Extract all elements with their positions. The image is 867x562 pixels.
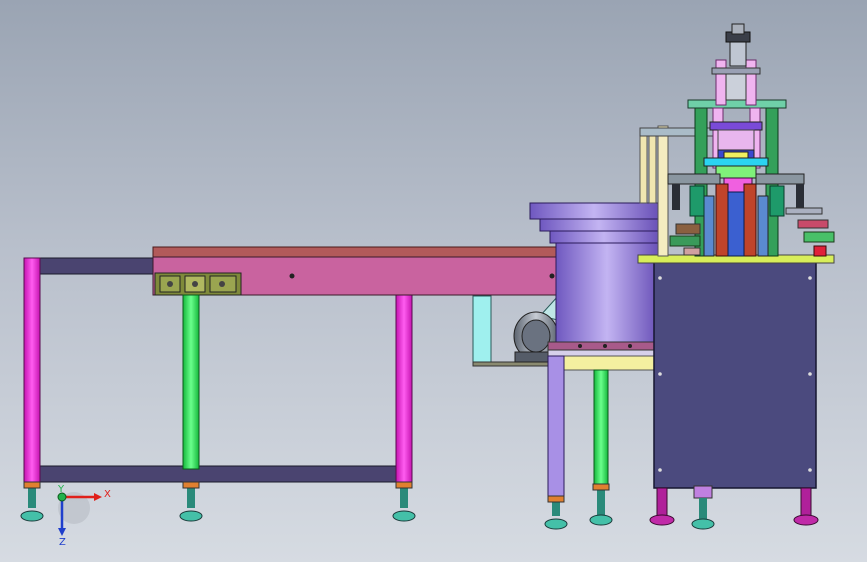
foot: [392, 481, 416, 522]
coordinate-triad: X Y Z: [57, 484, 111, 548]
leveling-feet: [20, 481, 819, 530]
conveyor: [152, 246, 559, 470]
foot: [20, 481, 44, 522]
table-leg-left: [23, 257, 41, 485]
assembly-drawing: X Y Z: [20, 23, 835, 548]
machine-cabinet: [637, 254, 835, 489]
y-axis-label: Y: [57, 484, 65, 495]
conveyor-support-post: [182, 294, 200, 470]
foot: [179, 481, 203, 522]
press-station: [667, 23, 835, 257]
x-axis-label: X: [104, 489, 111, 500]
foot: [544, 495, 568, 530]
conveyor-drive-block: [154, 272, 242, 296]
foot: [589, 483, 613, 526]
cabinet-foot: [649, 487, 675, 526]
cad-viewport[interactable]: X Y Z: [0, 0, 867, 562]
z-axis-label: Z: [59, 537, 66, 548]
bowl-stand: [547, 355, 609, 501]
cabinet-foot: [793, 487, 819, 526]
cabinet-foot: [691, 485, 715, 530]
